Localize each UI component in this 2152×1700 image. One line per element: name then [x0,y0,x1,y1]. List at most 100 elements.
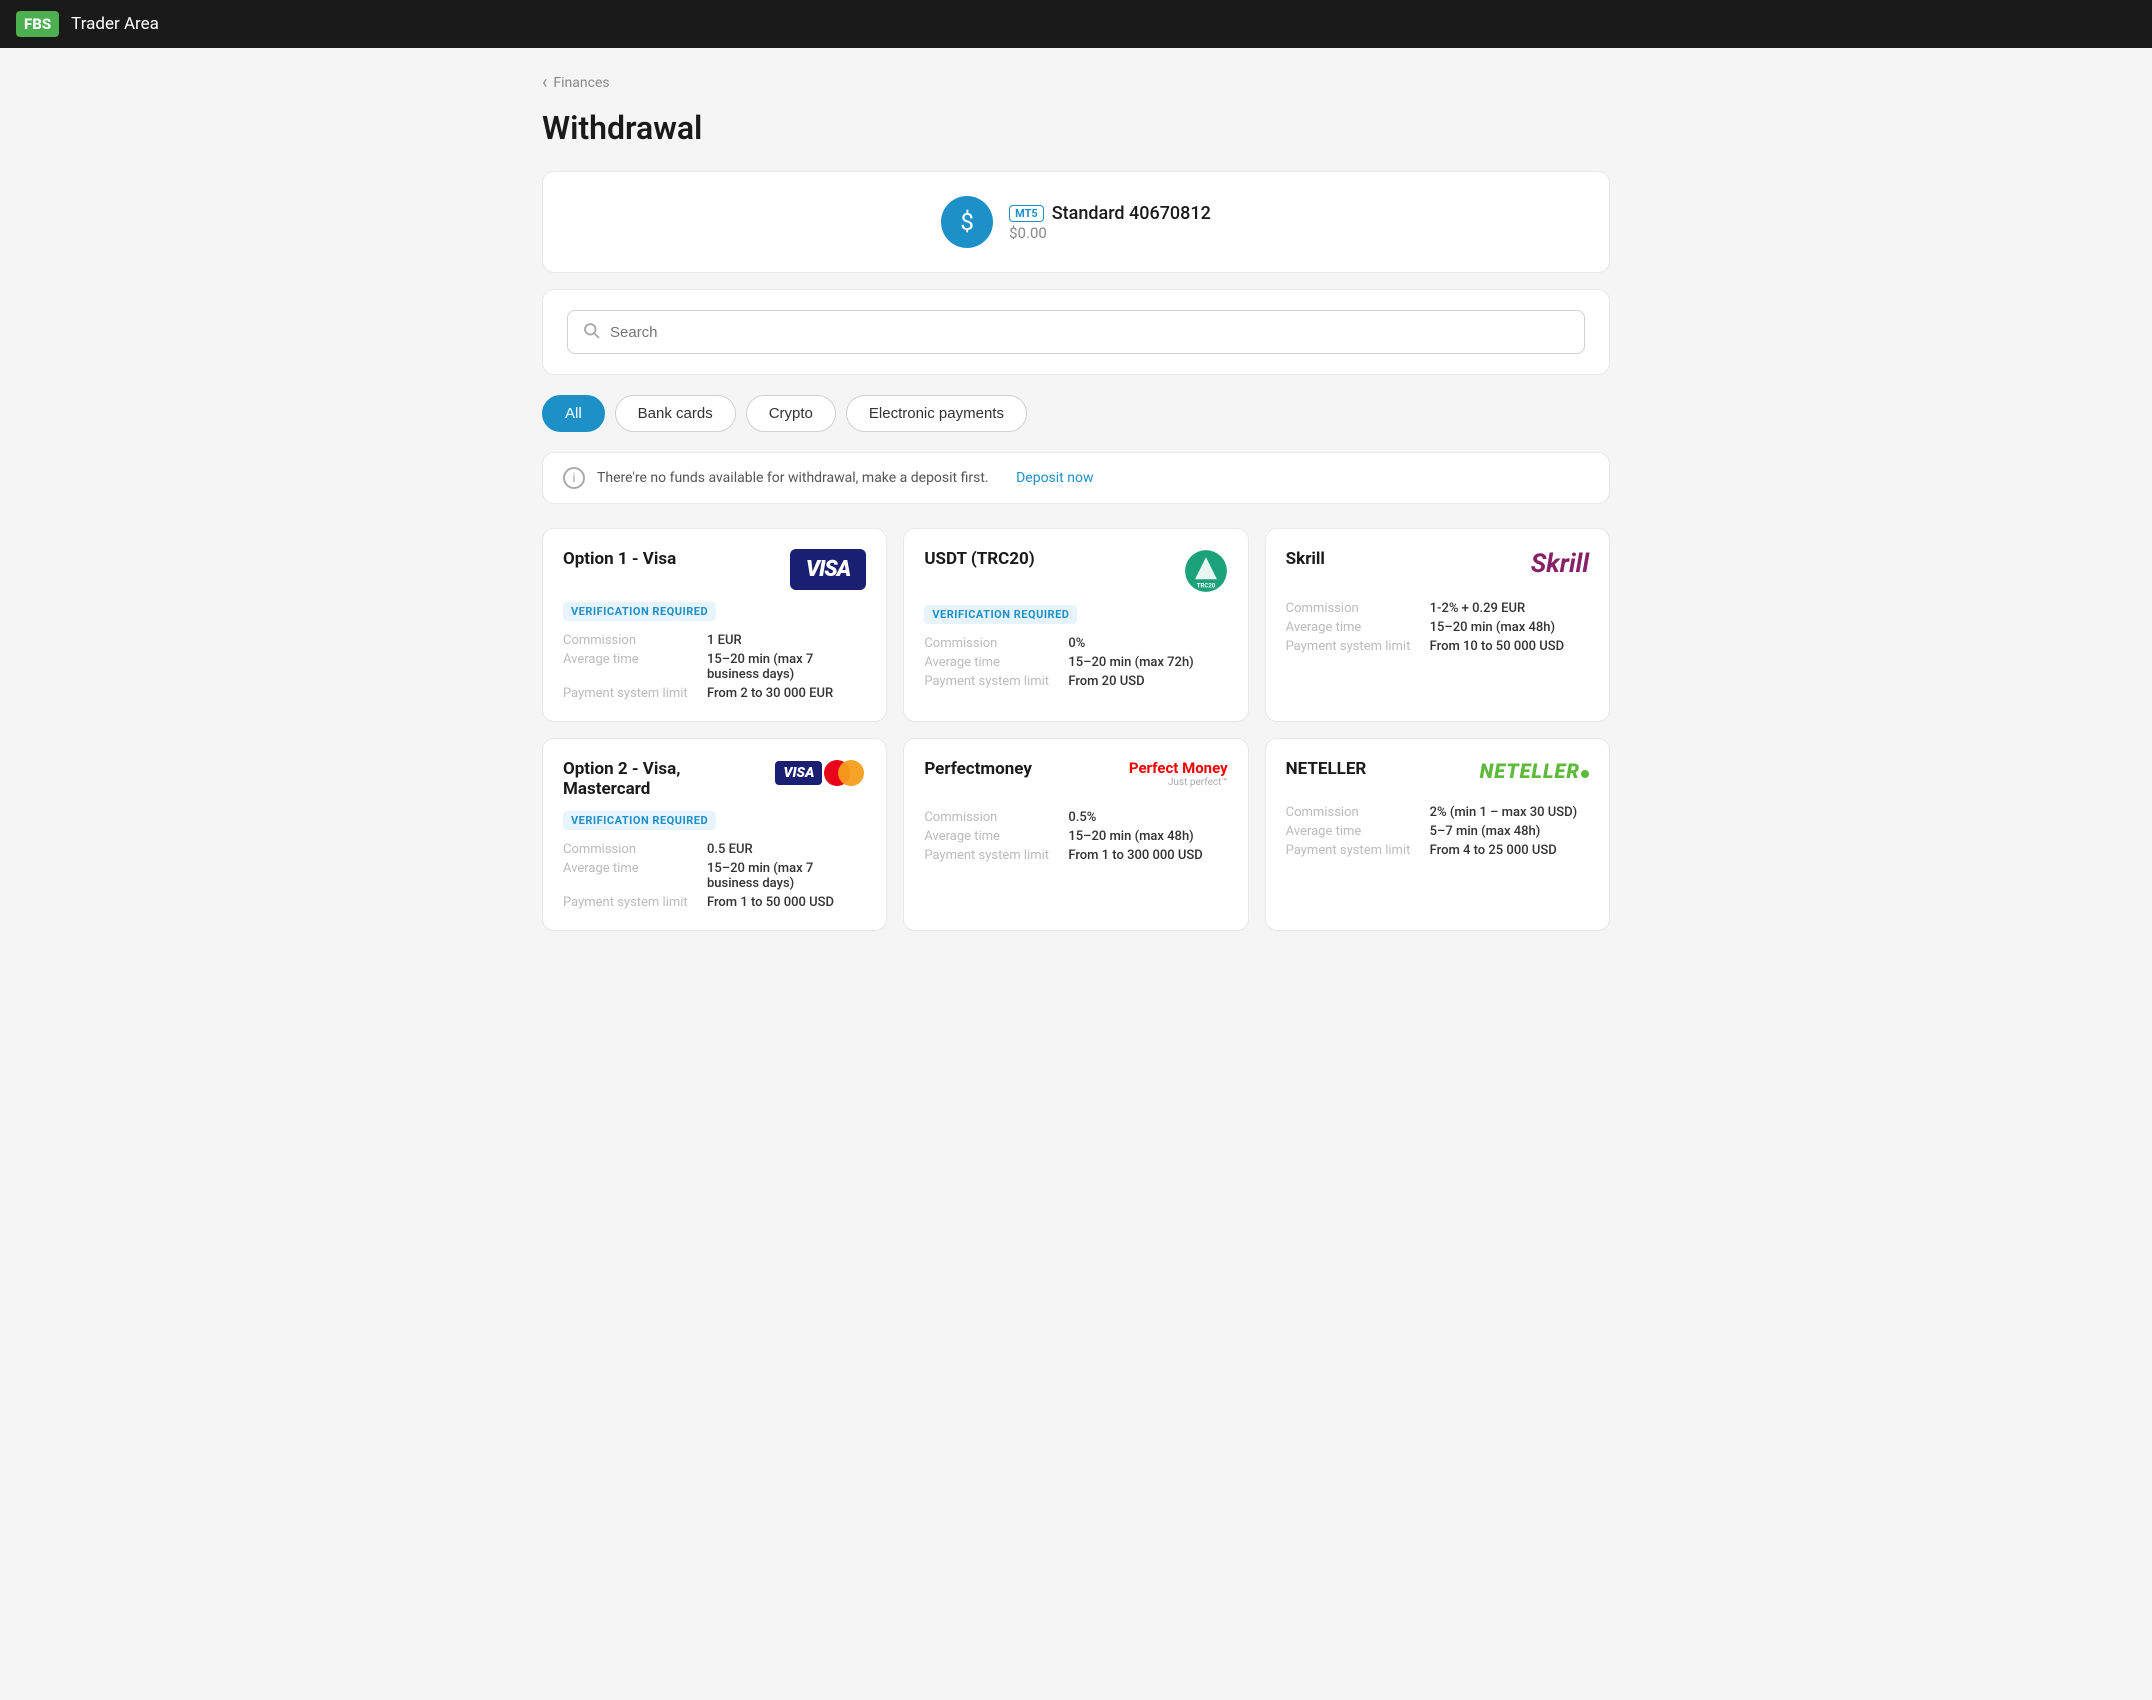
avg-time-row: Average time 5–7 min (max 48h) [1286,824,1589,839]
dollar-icon: $ [960,208,974,236]
payment-details: Commission 1-2% + 0.29 EUR Average time … [1286,601,1589,654]
account-card: $ MT5 Standard 40670812 $0.00 [542,171,1610,273]
limit-value: From 1 to 300 000 USD [1068,848,1227,863]
warning-banner: i There're no funds available for withdr… [542,452,1610,504]
visa-mc-logo: VISA [775,759,866,787]
payment-name: Perfectmoney [924,759,1032,779]
search-input[interactable] [610,324,1570,341]
commission-value: 1 EUR [707,633,866,648]
commission-row: Commission 0% [924,636,1227,651]
limit-label: Payment system limit [924,848,1064,863]
filter-tabs: All Bank cards Crypto Electronic payment… [542,395,1610,432]
search-icon [582,321,600,343]
visa-sm-logo: VISA [775,761,822,785]
limit-value: From 1 to 50 000 USD [707,895,866,910]
search-wrapper[interactable] [567,310,1585,354]
avg-time-row: Average time 15–20 min (max 48h) [924,829,1227,844]
avg-time-value: 15–20 min (max 7 business days) [707,652,866,682]
limit-row: Payment system limit From 2 to 30 000 EU… [563,686,866,701]
breadcrumb-label: Finances [553,75,609,91]
payment-details: Commission 2% (min 1 – max 30 USD) Avera… [1286,805,1589,858]
mastercard-logo [824,759,866,787]
filter-tab-bank-cards[interactable]: Bank cards [615,395,736,432]
limit-value: From 4 to 25 000 USD [1430,843,1589,858]
commission-row: Commission 0.5 EUR [563,842,866,857]
avg-time-row: Average time 15–20 min (max 48h) [1286,620,1589,635]
info-icon: i [563,467,585,489]
limit-value: From 20 USD [1068,674,1227,689]
limit-value: From 10 to 50 000 USD [1430,639,1589,654]
avg-time-value: 15–20 min (max 7 business days) [707,861,866,891]
commission-label: Commission [563,842,703,857]
limit-label: Payment system limit [1286,639,1426,654]
commission-row: Commission 1 EUR [563,633,866,648]
app-title: Trader Area [71,14,159,34]
payment-details: Commission 1 EUR Average time 15–20 min … [563,633,866,701]
avg-time-label: Average time [1286,620,1426,635]
limit-row: Payment system limit From 1 to 50 000 US… [563,895,866,910]
avg-time-label: Average time [924,829,1064,844]
page-title: Withdrawal [542,109,1610,147]
limit-label: Payment system limit [563,895,703,910]
filter-tab-crypto[interactable]: Crypto [746,395,836,432]
commission-label: Commission [563,633,703,648]
account-balance: $0.00 [1009,224,1211,242]
payment-card-header: NETELLER NETELLER [1286,759,1589,783]
payment-name: USDT (TRC20) [924,549,1034,569]
app-header: FBS Trader Area [0,0,2152,48]
warning-text: There're no funds available for withdraw… [597,470,989,486]
payment-card-visa[interactable]: Option 1 - Visa VISA VERIFICATION REQUIR… [542,528,887,722]
account-name-row: MT5 Standard 40670812 [1009,203,1211,224]
account-name: Standard 40670812 [1052,203,1211,224]
limit-row: Payment system limit From 4 to 25 000 US… [1286,843,1589,858]
payment-card-perfectmoney[interactable]: Perfectmoney Perfect MoneyJust perfect™ … [903,738,1248,931]
account-icon: $ [941,196,993,248]
filter-tab-electronic[interactable]: Electronic payments [846,395,1027,432]
payment-card-usdt[interactable]: USDT (TRC20) TRC20 VERIFICATION REQUIRED… [903,528,1248,722]
skrill-logo: Skrill [1531,549,1589,579]
payment-card-header: Perfectmoney Perfect MoneyJust perfect™ [924,759,1227,788]
commission-label: Commission [1286,805,1426,820]
payment-details: Commission 0.5 EUR Average time 15–20 mi… [563,842,866,910]
commission-value: 0.5 EUR [707,842,866,857]
limit-row: Payment system limit From 20 USD [924,674,1227,689]
avg-time-label: Average time [1286,824,1426,839]
commission-value: 0.5% [1068,810,1227,825]
avg-time-row: Average time 15–20 min (max 7 business d… [563,652,866,682]
avg-time-label: Average time [924,655,1064,670]
limit-label: Payment system limit [563,686,703,701]
filter-tab-all[interactable]: All [542,395,605,432]
search-card [542,289,1610,375]
limit-row: Payment system limit From 10 to 50 000 U… [1286,639,1589,654]
avg-time-value: 15–20 min (max 48h) [1430,620,1589,635]
payment-name: NETELLER [1286,759,1367,779]
back-arrow-icon: ‹ [542,72,547,93]
payment-card-neteller[interactable]: NETELLER NETELLER Commission 2% (min 1 –… [1265,738,1610,931]
commission-row: Commission 1-2% + 0.29 EUR [1286,601,1589,616]
commission-row: Commission 0.5% [924,810,1227,825]
commission-row: Commission 2% (min 1 – max 30 USD) [1286,805,1589,820]
neteller-logo: NETELLER [1480,759,1589,783]
fbs-logo: FBS [16,11,59,37]
commission-value: 2% (min 1 – max 30 USD) [1430,805,1589,820]
verification-badge: VERIFICATION REQUIRED [924,605,1077,624]
commission-label: Commission [924,810,1064,825]
limit-value: From 2 to 30 000 EUR [707,686,866,701]
payment-grid: Option 1 - Visa VISA VERIFICATION REQUIR… [542,528,1610,931]
avg-time-row: Average time 15–20 min (max 7 business d… [563,861,866,891]
payment-card-visa-mc[interactable]: Option 2 - Visa, Mastercard VISA VERIFIC… [542,738,887,931]
account-info: MT5 Standard 40670812 $0.00 [1009,203,1211,242]
visa-logo: VISA [790,549,866,590]
payment-details: Commission 0.5% Average time 15–20 min (… [924,810,1227,863]
payment-name: Skrill [1286,549,1325,569]
limit-label: Payment system limit [924,674,1064,689]
payment-name: Option 1 - Visa [563,549,676,569]
breadcrumb[interactable]: ‹ Finances [542,72,1610,93]
payment-card-skrill[interactable]: Skrill Skrill Commission 1-2% + 0.29 EUR… [1265,528,1610,722]
avg-time-value: 5–7 min (max 48h) [1430,824,1589,839]
deposit-link[interactable]: Deposit now [1016,470,1093,486]
avg-time-value: 15–20 min (max 48h) [1068,829,1227,844]
payment-card-header: Option 1 - Visa VISA [563,549,866,590]
payment-details: Commission 0% Average time 15–20 min (ma… [924,636,1227,689]
limit-row: Payment system limit From 1 to 300 000 U… [924,848,1227,863]
